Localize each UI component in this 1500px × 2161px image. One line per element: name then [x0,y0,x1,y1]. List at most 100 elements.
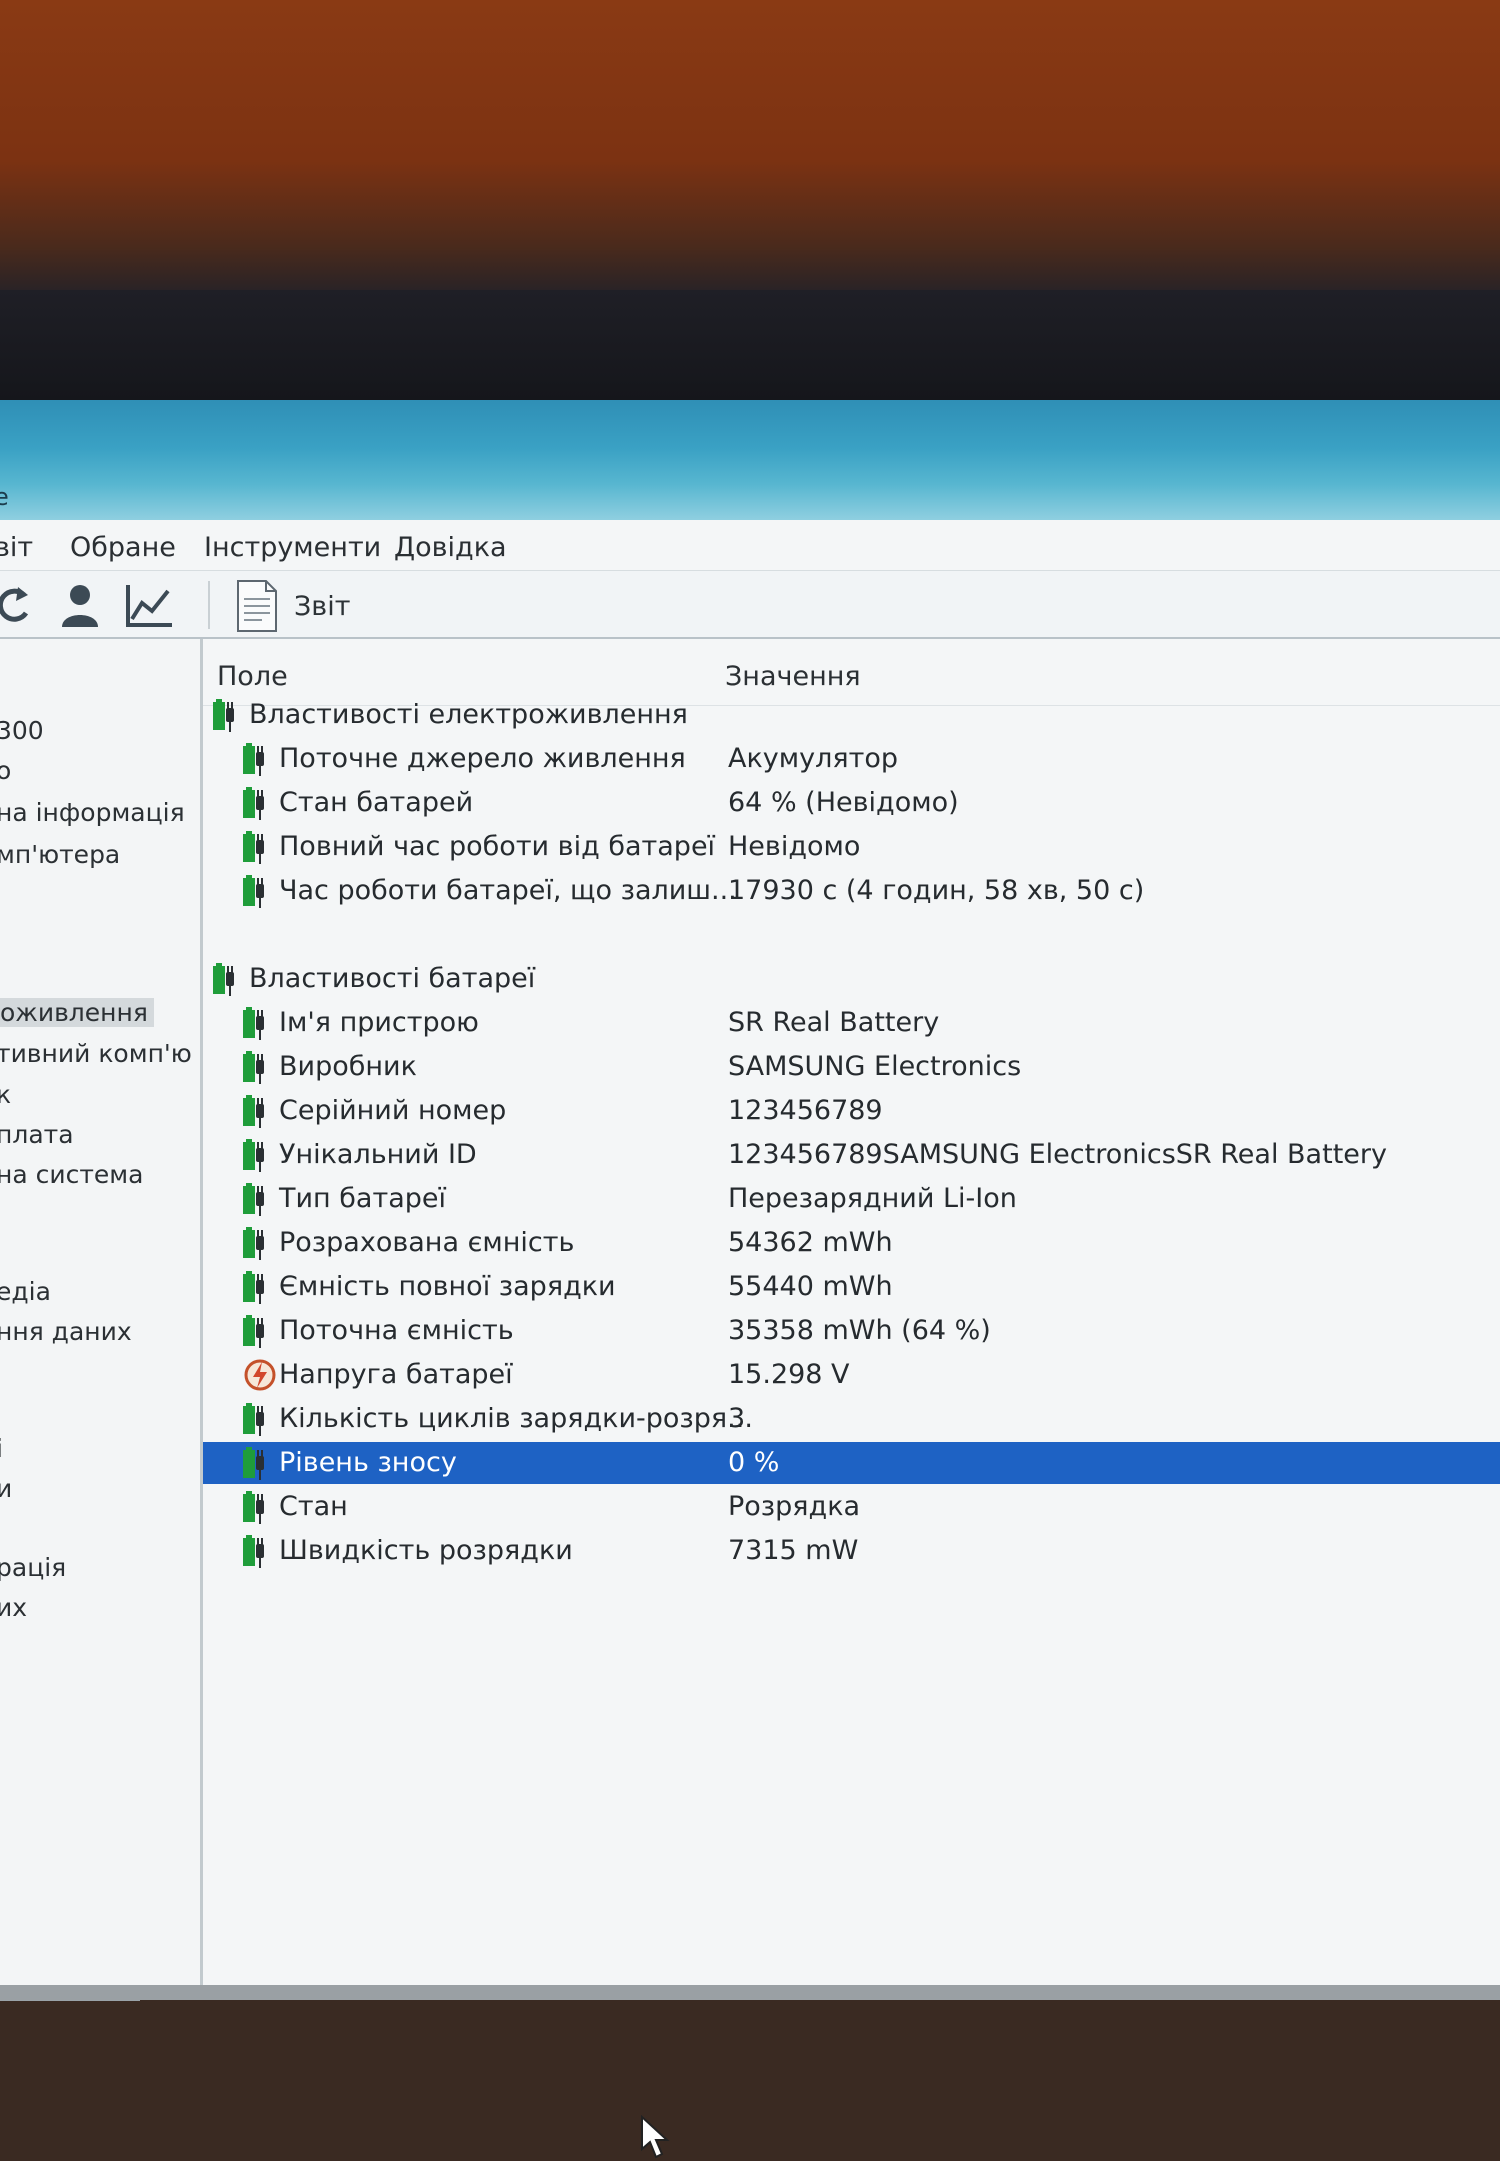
field-label: Швидкість розрядки [279,1535,573,1566]
field-value: Перезарядний Li-Ion [728,1183,1017,1214]
title-bar[interactable]: е [0,400,1500,520]
field-label: Напруга батареї [279,1359,513,1390]
group-row[interactable]: Властивості електроживлення [203,694,1500,736]
field-label: Серійний номер [279,1095,507,1126]
table-row[interactable]: Стан Розрядка [203,1486,1500,1528]
background-wall [0,0,1500,290]
table-row[interactable]: Швидкість розрядки 7315 mW [203,1530,1500,1572]
battery-plug-icon [243,1271,264,1304]
sidebar-item[interactable]: к [0,1080,11,1109]
field-label: Рівень зносу [279,1447,457,1478]
report-icon[interactable] [232,579,282,633]
battery-plug-icon [243,1183,264,1216]
sidebar-item[interactable]: и [0,1474,12,1503]
field-value: 123456789SAMSUNG ElectronicsSR Real Batt… [728,1139,1387,1170]
table-row[interactable]: Поточна ємність 35358 mWh (64 %) [203,1310,1500,1352]
field-label: Унікальний ID [279,1139,477,1170]
battery-plug-icon [243,1139,264,1172]
battery-plug-icon [243,1007,264,1040]
field-label: Поточна ємність [279,1315,514,1346]
field-label: Властивості батареї [249,963,536,994]
field-label: Ємність повної зарядки [279,1271,616,1302]
field-value: SAMSUNG Electronics [728,1051,1022,1082]
battery-plug-icon [243,1491,264,1524]
table-row[interactable]: Повний час роботи від батареї Невідомо [203,826,1500,868]
menu-favorites[interactable]: Обране [70,532,176,563]
sidebar-item[interactable]: плата [0,1120,74,1149]
sidebar-item[interactable]: 300 [0,716,44,745]
user-icon[interactable] [54,581,106,629]
battery-plug-icon [243,1447,264,1480]
sidebar-item[interactable]: рація [0,1553,66,1582]
table-row[interactable]: Кількість циклів зарядки-розря... 3 [203,1398,1500,1440]
menu-bar: віт Обране Інструменти Довідка [0,520,1500,571]
screen-bottom-edge [0,1985,1500,2000]
monitor-bezel [0,290,1500,400]
group-row[interactable]: Властивості батареї [203,958,1500,1000]
field-value: 35358 mWh (64 %) [728,1315,991,1346]
sidebar-item[interactable]: о [0,756,11,785]
table-row[interactable]: Стан батарей 64 % (Невідомо) [203,782,1500,824]
field-value: 15.298 V [728,1359,850,1390]
battery-plug-icon [243,1315,264,1348]
column-header-value[interactable]: Значення [725,661,861,692]
battery-plug-icon [243,1095,264,1128]
field-label: Властивості електроживлення [249,699,688,730]
report-button-label[interactable]: Звіт [294,591,350,622]
battery-plug-icon [243,1403,264,1436]
voltage-icon [244,1359,276,1391]
sidebar-item[interactable]: их [0,1593,27,1622]
table-row[interactable]: Ім'я пристрою SR Real Battery [203,1002,1500,1044]
table-row[interactable]: Рівень зносу 0 % [203,1442,1500,1484]
field-value: 55440 mWh [728,1271,893,1302]
sidebar-item[interactable]: тивний комп'ю [0,1039,192,1068]
field-label: Розрахована ємність [279,1227,575,1258]
field-value: 0 % [728,1447,780,1478]
field-value: 7315 mW [728,1535,859,1566]
table-row[interactable]: Унікальний ID 123456789SAMSUNG Electronic… [203,1134,1500,1176]
field-value: Розрядка [728,1491,861,1522]
field-label: Ім'я пристрою [279,1007,479,1038]
menu-report[interactable]: віт [0,532,33,563]
field-label: Кількість циклів зарядки-розря... [279,1403,753,1434]
column-header-field[interactable]: Поле [217,661,288,692]
battery-plug-icon [243,787,264,820]
table-row[interactable]: Серійний номер 123456789 [203,1090,1500,1132]
field-value: 64 % (Невідомо) [728,787,959,818]
menu-tools[interactable]: Інструменти [204,532,381,563]
table-row[interactable]: Поточне джерело живлення Акумулятор [203,738,1500,780]
field-value: 123456789 [728,1095,883,1126]
field-value: 3 [728,1403,746,1434]
table-row[interactable]: Напруга батареї 15.298 V [203,1354,1500,1396]
sidebar-item[interactable]: мп'ютера [0,840,120,869]
sidebar-item-power-selected[interactable]: оживлення [0,998,154,1027]
field-value: Невідомо [728,831,861,862]
field-value: Акумулятор [728,743,898,774]
table-row[interactable]: Ємність повної зарядки 55440 mWh [203,1266,1500,1308]
app-window: е віт Обране Інструменти Довідка Звіт 30… [0,400,1500,2159]
table-row[interactable]: Тип батареї Перезарядний Li-Ion [203,1178,1500,1220]
field-value: SR Real Battery [728,1007,940,1038]
field-label: Стан [279,1491,348,1522]
field-label: Повний час роботи від батареї [279,831,716,862]
sidebar-tree: 300 о на інформація мп'ютера оживлення т… [0,639,203,2001]
mouse-cursor-icon [641,2115,670,2159]
field-label: Стан батарей [279,787,474,818]
table-row[interactable]: Час роботи батареї, що залиш... 17930 с (… [203,870,1500,912]
refresh-icon[interactable] [0,581,40,629]
battery-plug-icon [213,963,234,996]
sidebar-item[interactable]: і [0,1434,3,1463]
window-title: е [0,483,9,511]
sidebar-item[interactable]: на інформація [0,798,185,827]
table-row[interactable]: Виробник SAMSUNG Electronics [203,1046,1500,1088]
field-label: Тип батареї [279,1183,446,1214]
chart-icon[interactable] [124,581,176,629]
battery-plug-icon [243,875,264,908]
sidebar-item[interactable]: едіа [0,1277,51,1306]
table-row[interactable]: Розрахована ємність 54362 mWh [203,1222,1500,1264]
details-list: Поле Значення Властивості електроживленн… [203,639,1500,2000]
menu-help[interactable]: Довідка [394,532,507,563]
field-value: 17930 с (4 годин, 58 хв, 50 с) [728,875,1145,906]
sidebar-item[interactable]: на система [0,1160,143,1189]
sidebar-item[interactable]: ння даних [0,1317,132,1346]
